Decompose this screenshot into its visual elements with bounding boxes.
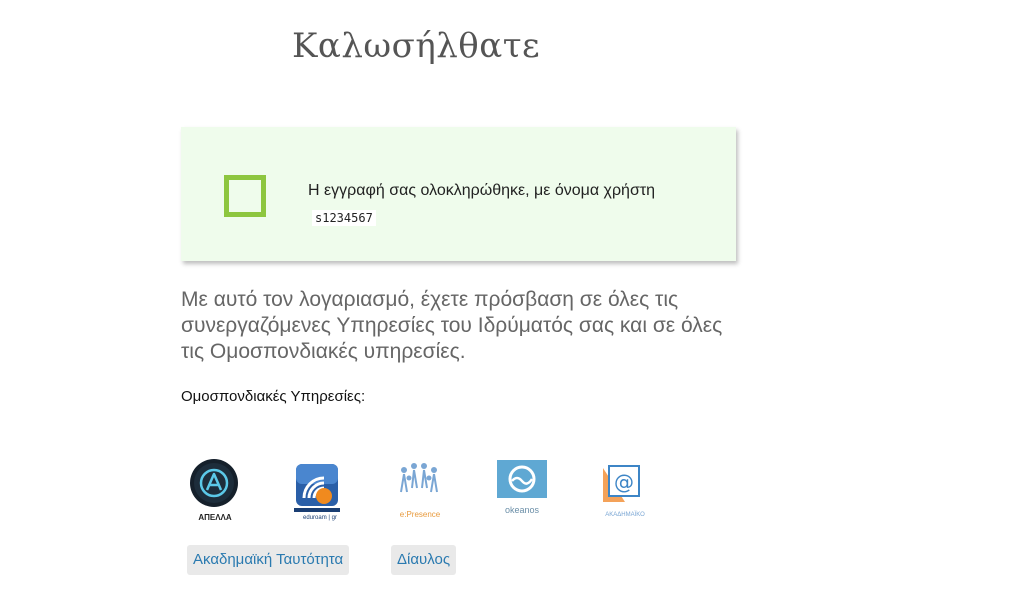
success-message-text: Η εγγραφή σας ολοκληρώθηκε, με όνομα χρή…: [308, 182, 656, 199]
tag-academic-id[interactable]: Ακαδημαϊκή Ταυτότητα: [187, 545, 350, 575]
okeanos-icon: [497, 460, 547, 498]
tag-diavlos[interactable]: Δίαυλος: [391, 545, 457, 575]
username-value: s1234567: [312, 210, 376, 226]
apella-caption: ΑΠΕΛΛΑ: [198, 513, 232, 522]
academic-mail-logo[interactable]: @ ΑΚΑΔΗΜΑΪΚΟ: [595, 458, 655, 524]
okeanos-caption: okeanos: [504, 505, 540, 515]
apella-icon: [190, 459, 238, 507]
federated-services-logos: ΑΠΕΛΛΑ eduroam | gr e:Presence okeanos @…: [185, 458, 665, 524]
svg-text:@: @: [614, 470, 634, 494]
eduroam-caption: eduroam | gr: [303, 515, 337, 521]
epresence-logo[interactable]: e:Presence: [390, 458, 450, 524]
access-description: Με αυτό τον λογαριασμό, έχετε πρόσβαση σ…: [181, 288, 723, 363]
epresence-icon: [400, 463, 438, 493]
academic-mail-caption: ΑΚΑΔΗΜΑΪΚΟ: [605, 512, 645, 518]
success-message: Η εγγραφή σας ολοκληρώθηκε, με όνομα χρή…: [308, 177, 708, 231]
apella-logo[interactable]: ΑΠΕΛΛΑ: [185, 458, 245, 524]
page-title: Καλωσήλθατε: [292, 26, 541, 66]
registration-success-box: Η εγγραφή σας ολοκληρώθηκε, με όνομα χρή…: [181, 127, 736, 261]
okeanos-logo[interactable]: okeanos: [495, 458, 555, 524]
eduroam-logo[interactable]: eduroam | gr: [290, 458, 350, 524]
eduroam-icon: [294, 464, 340, 512]
check-square-icon: [224, 175, 266, 217]
federated-services-label: Ομοσπονδιακές Υπηρεσίες:: [181, 388, 366, 405]
epresence-caption: e:Presence: [399, 510, 441, 519]
academic-mail-icon: @: [603, 465, 640, 502]
